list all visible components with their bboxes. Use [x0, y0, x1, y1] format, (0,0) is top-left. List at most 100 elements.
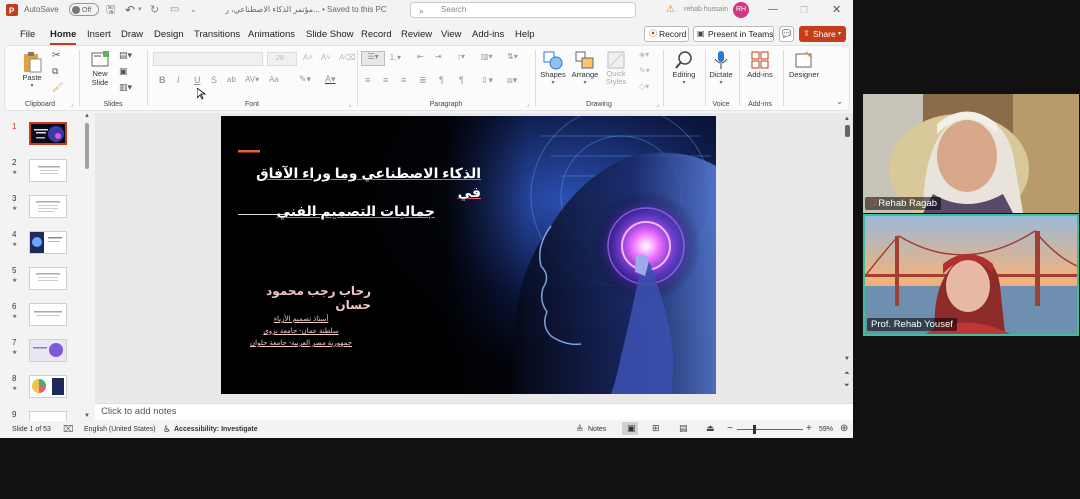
scroll-down-icon[interactable]: ▼: [844, 356, 850, 362]
layout-icon[interactable]: ▤▾: [119, 50, 132, 61]
line-spacing-icon[interactable]: ↕▾: [457, 52, 465, 61]
thumbnail-scroll-thumb[interactable]: [85, 123, 89, 169]
tab-help[interactable]: Help: [515, 29, 535, 40]
canvas-scroll-thumb[interactable]: [845, 125, 850, 137]
search-box[interactable]: ⌕ Search: [410, 2, 636, 18]
tab-transitions[interactable]: Transitions: [194, 29, 240, 40]
undo-dropdown-icon[interactable]: ▾: [138, 0, 142, 20]
tab-record[interactable]: Record: [361, 29, 392, 40]
zoom-level[interactable]: 59%: [819, 426, 833, 433]
slide-thumbnail-8[interactable]: [29, 375, 67, 398]
tab-file[interactable]: File: [20, 29, 35, 40]
participant-tile-2[interactable]: Prof. Rehab Yousef: [863, 214, 1079, 336]
previous-slide-icon[interactable]: ⏶: [844, 370, 850, 378]
participant-tile-1[interactable]: 🎙̸ Rehab Ragab: [863, 94, 1079, 213]
notes-pane[interactable]: Click to add notes: [95, 403, 853, 420]
share-button[interactable]: ⇪ Share ▾: [799, 26, 846, 42]
quick-styles-button[interactable]: Quick Styles: [601, 50, 631, 86]
slide-thumbnail-1[interactable]: [29, 122, 67, 145]
customize-qat-icon[interactable]: ⌄: [190, 0, 197, 20]
tab-slide-show[interactable]: Slide Show: [306, 29, 354, 40]
user-name[interactable]: rehab hussain: [684, 0, 728, 20]
slide-1[interactable]: الذكاء الاصطناعي وما وراء الآفاق في جمال…: [221, 116, 716, 394]
bullets-icon[interactable]: ☰▾: [361, 51, 385, 66]
reading-view-icon[interactable]: ▤: [679, 423, 688, 434]
shape-outline-icon[interactable]: ✎▾: [639, 66, 650, 75]
shapes-button[interactable]: Shapes ▾: [539, 50, 567, 86]
reset-icon[interactable]: ▣: [119, 66, 128, 77]
tab-add-ins[interactable]: Add-ins: [472, 29, 504, 40]
align-text-icon[interactable]: ⇳▾: [481, 75, 493, 86]
arrange-button[interactable]: Arrange ▾: [569, 50, 601, 86]
columns-icon[interactable]: ▥▾: [481, 52, 493, 61]
dictate-button[interactable]: Dictate ▾: [705, 50, 737, 86]
language-indicator[interactable]: English (United States): [84, 426, 156, 433]
align-left-icon[interactable]: ≡: [365, 75, 370, 85]
tab-insert[interactable]: Insert: [87, 29, 111, 40]
document-title[interactable]: مؤتمر الذكاء الاصطناعي، ر... • Saved to …: [225, 0, 405, 20]
highlight-icon[interactable]: ✎▾: [299, 74, 311, 85]
increase-font-icon[interactable]: A˄: [303, 53, 313, 62]
strikethrough-icon[interactable]: ab: [227, 75, 236, 84]
paste-dropdown-icon[interactable]: ▾: [19, 82, 45, 89]
slide-thumbnail-3[interactable]: [29, 195, 67, 218]
decrease-indent-icon[interactable]: ⇤: [417, 52, 424, 61]
paragraph-launcher-icon[interactable]: ⌟: [526, 101, 529, 108]
accessibility-status[interactable]: Accessibility: Investigate: [174, 426, 258, 433]
slide-sorter-icon[interactable]: ⊞: [652, 423, 660, 434]
redo-icon[interactable]: ↻: [150, 0, 159, 20]
smartart-icon[interactable]: ⧈▾: [507, 75, 517, 86]
fit-to-window-icon[interactable]: ⊕: [840, 423, 848, 434]
zoom-slider-thumb[interactable]: [753, 425, 756, 434]
slide-thumbnail-7[interactable]: [29, 339, 67, 362]
format-painter-icon[interactable]: 🖌: [52, 82, 63, 93]
tab-animations[interactable]: Animations: [248, 29, 295, 40]
shape-effects-icon[interactable]: ◇▾: [639, 82, 649, 91]
zoom-in-icon[interactable]: +: [806, 423, 812, 434]
cut-icon[interactable]: ✂: [52, 50, 60, 61]
slideshow-icon[interactable]: ⏏: [706, 423, 715, 434]
comments-icon[interactable]: 💬: [779, 26, 794, 42]
shadow-button[interactable]: S: [211, 75, 217, 85]
paste-button[interactable]: Paste ▾: [19, 51, 45, 89]
scroll-down-icon[interactable]: ▼: [84, 413, 90, 419]
close-icon[interactable]: ✕: [832, 0, 841, 20]
warning-icon[interactable]: ⚠: [666, 0, 675, 20]
slide-thumbnail-4[interactable]: [29, 231, 67, 254]
slide-thumbnail-2[interactable]: [29, 159, 67, 182]
notes-icon[interactable]: ≜: [576, 424, 584, 435]
rtl-icon[interactable]: ¶: [439, 75, 444, 85]
scroll-up-icon[interactable]: ▲: [84, 113, 90, 119]
align-center-icon[interactable]: ≡: [383, 75, 388, 85]
italic-button[interactable]: I: [177, 75, 180, 85]
slide-author-affiliation[interactable]: أستاذ تصميم الأزياء سلطنة عمان- جامعة نز…: [241, 314, 361, 350]
canvas-scrollbar[interactable]: ▲ ▼ ⏶ ⏷: [844, 116, 852, 402]
tab-draw[interactable]: Draw: [121, 29, 143, 40]
tab-review[interactable]: Review: [401, 29, 432, 40]
char-spacing-icon[interactable]: AV▾: [245, 75, 259, 84]
collapse-ribbon-icon[interactable]: ⌄: [836, 97, 843, 106]
restore-icon[interactable]: ❐: [800, 0, 808, 20]
tab-view[interactable]: View: [441, 29, 461, 40]
slide-counter[interactable]: Slide 1 of 53: [12, 426, 51, 433]
slide-title[interactable]: الذكاء الاصطناعي وما وراء الآفاق في جمال…: [231, 164, 481, 221]
editing-button[interactable]: Editing ▾: [667, 50, 701, 86]
font-color-icon[interactable]: A▾: [325, 74, 336, 85]
addins-button[interactable]: Add-ins: [741, 50, 779, 79]
copy-icon[interactable]: ⧉: [52, 66, 58, 77]
slide-author-name[interactable]: رحاب رجب محمود حسان: [231, 284, 371, 312]
font-size-box[interactable]: 28: [267, 52, 297, 66]
record-button[interactable]: ⦿ Record: [644, 26, 689, 42]
justify-icon[interactable]: ≣: [419, 75, 427, 86]
thumbnail-scrollbar[interactable]: ▲ ▼: [84, 113, 92, 423]
slide-thumbnail-5[interactable]: [29, 267, 67, 290]
tab-home[interactable]: Home: [50, 29, 77, 45]
notes-toggle[interactable]: Notes: [588, 426, 606, 433]
text-direction-icon[interactable]: ⇅▾: [507, 52, 518, 61]
minimize-icon[interactable]: —: [768, 0, 778, 20]
drawing-launcher-icon[interactable]: ⌟: [656, 101, 659, 108]
section-icon[interactable]: ▥▾: [119, 82, 132, 93]
font-name-box[interactable]: [153, 52, 263, 66]
shape-fill-icon[interactable]: ◈▾: [639, 50, 649, 59]
increase-indent-icon[interactable]: ⇥: [435, 52, 442, 61]
